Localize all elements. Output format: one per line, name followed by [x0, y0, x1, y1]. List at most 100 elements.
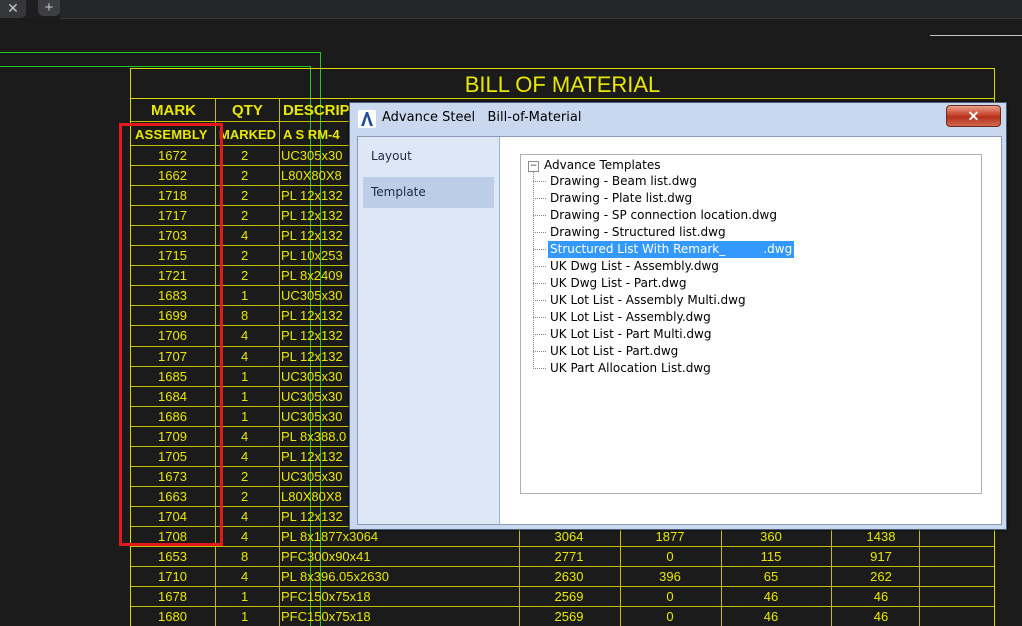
row-width: 1877 [655, 529, 685, 544]
row-width: 396 [659, 569, 681, 584]
template-panel: − Advance Templates Drawing - Beam list.… [500, 137, 1001, 524]
row-length: 2630 [554, 569, 584, 584]
close-tab-icon[interactable]: ✕ [0, 0, 26, 18]
tree-connector [533, 283, 546, 284]
tree-item-label: UK Dwg List - Part.dwg [550, 276, 687, 290]
template-tree[interactable]: − Advance Templates Drawing - Beam list.… [520, 154, 982, 494]
close-dialog-button[interactable]: ✕ [946, 105, 1001, 127]
tree-connector [533, 351, 546, 352]
row-description: PL 12x132 [281, 228, 343, 243]
row-description: PL 12x132 [281, 188, 343, 203]
row-qty: 4 [241, 349, 249, 364]
tree-item-label: UK Lot List - Assembly.dwg [550, 310, 711, 324]
row-qty: 1 [241, 409, 249, 424]
row-qty: 2 [241, 168, 249, 183]
row-description: PL 12x132 [281, 449, 343, 464]
nav-item-template[interactable]: Template [363, 177, 494, 208]
tree-item-label: Structured List With Remark_ .dwg [548, 241, 795, 258]
row-length: 3064 [554, 529, 584, 544]
tree-connector [533, 317, 546, 318]
row-weight: 360 [760, 529, 782, 544]
row-description: PL 12x132 [281, 208, 343, 223]
viewport-border [0, 52, 320, 53]
row-description: PL 12x132 [281, 349, 343, 364]
tree-item-label: UK Part Allocation List.dwg [550, 361, 711, 375]
viewport-border [0, 66, 310, 67]
row-total: 46 [873, 589, 889, 604]
row-description: L80X80X8 [281, 168, 342, 183]
tree-item-label: Drawing - Plate list.dwg [550, 191, 693, 205]
row-qty: 2 [241, 208, 249, 223]
advance-steel-app-icon [358, 110, 376, 128]
tree-connector [533, 368, 546, 369]
tree-connector [533, 215, 546, 216]
collapse-toggle-icon[interactable]: − [528, 161, 539, 172]
col-header-qty: QTY [232, 102, 263, 119]
row-description: UC305x30 [281, 369, 343, 384]
tree-item-label: Drawing - Structured list.dwg [550, 225, 726, 239]
row-description: UC305x30 [281, 148, 343, 163]
row-qty: 4 [241, 429, 249, 444]
tree-connector [533, 334, 546, 335]
dialog-titlebar[interactable]: Advance Steel Bill-of-Material ✕ [350, 103, 1006, 133]
row-weight: 115 [760, 549, 782, 564]
add-tab-icon[interactable]: + [38, 0, 60, 16]
row-description: PL 12x132 [281, 509, 343, 524]
row-description: L80X80X8 [281, 489, 342, 504]
row-qty: 4 [241, 228, 249, 243]
row-qty: 4 [241, 449, 249, 464]
row-qty: 4 [241, 529, 249, 544]
row-weight: 46 [763, 609, 779, 624]
row-description: PL 8x388.0 [281, 429, 347, 444]
tree-item-label: Drawing - Beam list.dwg [550, 174, 697, 188]
subheader-spec: A S RM-4 [283, 127, 340, 142]
tree-connector [533, 172, 534, 367]
tree-connector [533, 266, 546, 267]
row-description: PFC150x75x18 [281, 609, 371, 624]
row-length: 2569 [554, 609, 584, 624]
row-qty: 1 [241, 288, 249, 303]
row-total: 262 [870, 569, 892, 584]
row-total: 917 [870, 549, 892, 564]
row-qty: 2 [241, 148, 249, 163]
row-description: UC305x30 [281, 469, 343, 484]
tree-connector [533, 198, 546, 199]
row-weight: 46 [763, 589, 779, 604]
row-qty: 1 [241, 369, 249, 384]
row-qty: 8 [241, 549, 249, 564]
row-description: PL 8x396.05x2630 [281, 569, 389, 584]
tree-item-label: UK Lot List - Part Multi.dwg [550, 327, 712, 341]
row-width: 0 [666, 609, 674, 624]
highlight-annotation [119, 123, 223, 546]
tree-item-label: Drawing - SP connection location.dwg [550, 208, 777, 222]
tree-connector [533, 232, 546, 233]
bom-dialog: Advance Steel Bill-of-Material ✕ Layout … [349, 102, 1007, 530]
row-qty: 1 [241, 589, 249, 604]
tree-root-advance-templates[interactable]: Advance Templates [544, 157, 660, 173]
row-description: UC305x30 [281, 409, 343, 424]
row-qty: 1 [241, 389, 249, 404]
row-description: PL 12x132 [281, 328, 343, 343]
row-qty: 2 [241, 469, 249, 484]
row-description: PFC300x90x41 [281, 549, 371, 564]
row-weight: 65 [763, 569, 779, 584]
tab-bar [60, 0, 1022, 19]
nav-item-layout[interactable]: Layout [363, 141, 494, 172]
row-qty: 1 [241, 609, 249, 624]
row-length: 2569 [554, 589, 584, 604]
row-mark: 1653 [158, 549, 187, 564]
col-header-mark: MARK [151, 102, 196, 119]
row-mark: 1678 [158, 589, 187, 604]
row-qty: 2 [241, 248, 249, 263]
dialog-body: Layout Template − Advance Templates Draw… [357, 136, 1002, 525]
dialog-title: Advance Steel Bill-of-Material [382, 110, 582, 125]
row-total: 46 [873, 609, 889, 624]
row-width: 0 [666, 589, 674, 604]
row-description: PFC150x75x18 [281, 589, 371, 604]
row-description: PL 10x253 [281, 248, 343, 263]
tree-item-label: UK Dwg List - Assembly.dwg [550, 259, 719, 273]
row-qty: 2 [241, 268, 249, 283]
row-width: 0 [666, 549, 674, 564]
row-description: PL 8x1877x3064 [281, 529, 379, 544]
row-mark: 1680 [158, 609, 187, 624]
